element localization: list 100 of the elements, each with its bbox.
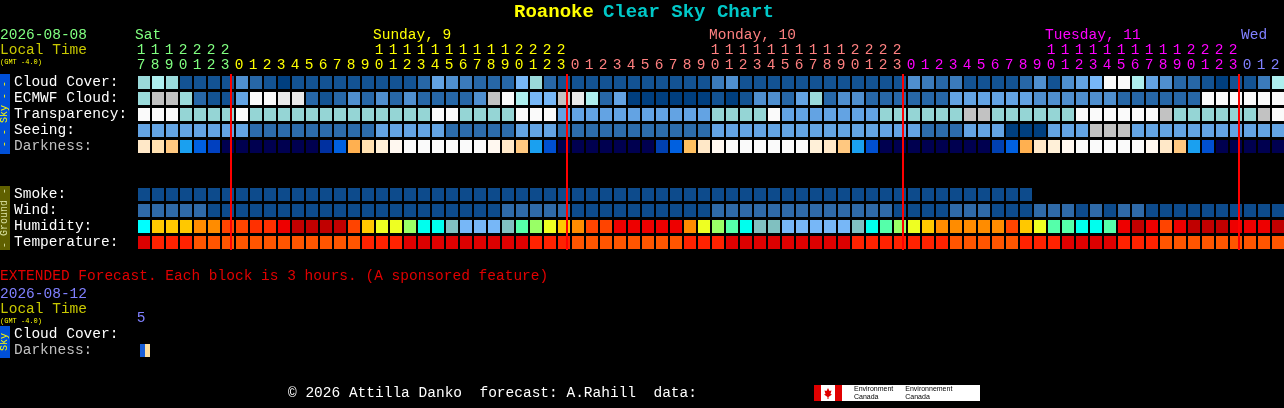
hour-digit: 2 [597,58,609,73]
hour-digit: 2 [1073,58,1085,73]
row-label: Cloud Cover: [13,326,120,342]
hour-digit: 5 [443,58,455,73]
hour-digit: 8 [345,58,357,73]
local-time-label: Local Time [0,43,88,58]
hour-digit: 8 [485,58,497,73]
hour-digit: 4 [1101,58,1113,73]
hour-digit: 0 [1045,58,1057,73]
hour-digit: 4 [289,58,301,73]
hour-digit: 8 [149,58,161,73]
hour-digit: 3 [1087,58,1099,73]
hour-digit: 0 [373,58,385,73]
hour-tens-digit: 1 [485,43,497,58]
hour-tens-digit: 1 [373,43,385,58]
hour-digit: 0 [233,58,245,73]
hour-tens-digit: 1 [1129,43,1141,58]
hour-digit: 1 [583,58,595,73]
hour-digit: 9 [163,58,175,73]
hour-tens-digit: 1 [1115,43,1127,58]
hour-tens-digit: 1 [1157,43,1169,58]
day-label: Tuesday, 11 [1044,28,1142,43]
hour-digit: 2 [541,58,553,73]
hour-digit: 3 [1227,58,1239,73]
hour-tens-digit: 1 [793,43,805,58]
hour-digit: 2 [877,58,889,73]
hour-tens-digit: 1 [443,43,455,58]
hour-tens-digit: 2 [1199,43,1211,58]
hour-tens-digit: 1 [807,43,819,58]
hour-tens-digit: 2 [527,43,539,58]
hour-digit: 9 [499,58,511,73]
hour-digit: 1 [1199,58,1211,73]
location-name: Roanoke [514,1,594,23]
hour-tens-digit: 1 [163,43,175,58]
hour-tens-digit: 2 [1185,43,1197,58]
hour-digit: 0 [569,58,581,73]
hour-tens-digit: 1 [751,43,763,58]
hour-digit: 6 [989,58,1001,73]
hour-digit: 1 [723,58,735,73]
hour-tens-digit: 2 [1227,43,1239,58]
hour-digit: 1 [527,58,539,73]
credit-text: © 2026 Attilla Danko forecast: A.Rahill data: [288,385,697,401]
hour-tens-digit: 2 [219,43,231,58]
hour-tens-digit: 2 [1213,43,1225,58]
hour-digit: 2 [737,58,749,73]
row-label: Seeing: [13,122,76,138]
hour-tens-digit: 1 [821,43,833,58]
hour-digit: 0 [849,58,861,73]
hour-digit: 4 [625,58,637,73]
forecast-date: 2026-08-12 [0,287,88,302]
hour-tens-digit: 1 [401,43,413,58]
day-label: Sunday, 9 [372,28,453,43]
hour-digit: 5 [975,58,987,73]
hour-digit: 2 [933,58,945,73]
hour-digit: 7 [135,58,147,73]
hour-digit: 0 [905,58,917,73]
hour-tens-digit: 1 [1171,43,1183,58]
hour-tens-digit: 1 [779,43,791,58]
hour-tens-digit: 2 [513,43,525,58]
hour-digit: 3 [555,58,567,73]
hour-digit: 5 [135,311,147,326]
hour-tens-digit: 1 [471,43,483,58]
hour-digit: 7 [471,58,483,73]
hour-digit: 1 [247,58,259,73]
hour-digit: 4 [765,58,777,73]
hour-digit: 2 [205,58,217,73]
hour-tens-digit: 1 [1087,43,1099,58]
hour-digit: 0 [513,58,525,73]
hour-tens-digit: 1 [765,43,777,58]
hour-tens-digit: 1 [135,43,147,58]
hour-tens-digit: 2 [205,43,217,58]
hour-tens-digit: 1 [1073,43,1085,58]
hour-digit: 5 [1115,58,1127,73]
row-label: Temperature: [13,234,120,250]
hour-digit: 8 [681,58,693,73]
hour-tens-digit: 1 [499,43,511,58]
row-label: Transparency: [13,106,129,122]
hour-digit: 7 [1143,58,1155,73]
hour-digit: 0 [1241,58,1253,73]
hour-digit: 3 [219,58,231,73]
row-label: Smoke: [13,186,68,202]
hour-digit: 3 [891,58,903,73]
hour-digit: 1 [919,58,931,73]
extended-forecast-note: EXTENDED Forecast. Each block is 3 hours. (A sponsored feature) [0,268,550,284]
hour-tens-digit: 1 [387,43,399,58]
hour-tens-digit: 1 [1101,43,1113,58]
hour-tens-digit: 1 [835,43,847,58]
hour-digit: 9 [835,58,847,73]
row-label: Darkness: [13,342,94,358]
day-label: Sat [134,28,163,43]
hour-digit: 8 [1157,58,1169,73]
hour-digit: 9 [1171,58,1183,73]
hour-tens-digit: 1 [1059,43,1071,58]
hour-digit: 2 [261,58,273,73]
chart-title: Clear Sky Chart [602,1,774,23]
hour-digit: 3 [947,58,959,73]
hour-digit: 3 [611,58,623,73]
day-label: Monday, 10 [708,28,797,43]
hour-tens-digit: 2 [555,43,567,58]
hour-tens-digit: 1 [1143,43,1155,58]
